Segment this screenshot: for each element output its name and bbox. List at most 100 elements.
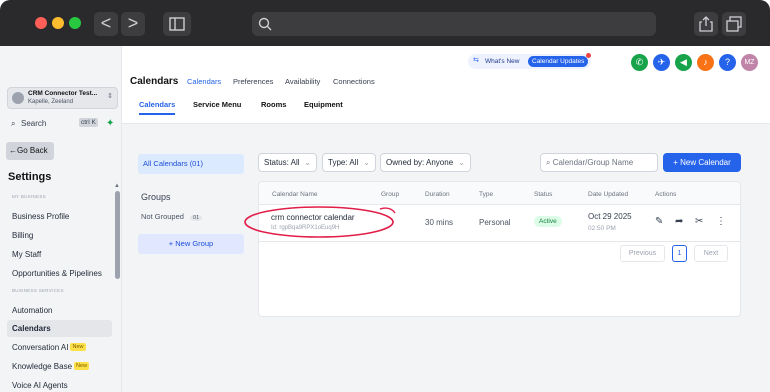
search-shortcut: ctrl K xyxy=(79,118,98,127)
back-button[interactable]: < xyxy=(94,12,118,36)
tab-connections[interactable]: Connections xyxy=(333,77,375,86)
calendar-date: Oct 29 2025 xyxy=(588,212,632,221)
location-icon xyxy=(12,92,24,104)
calendar-duration: 30 mins xyxy=(425,218,454,227)
settings-title: Settings xyxy=(8,171,52,183)
subtabs-bar: Calendars Service Menu Rooms Equipment xyxy=(122,86,770,124)
knowledge-base-label: Knowledge Base xyxy=(12,362,73,371)
sidebar-toggle-icon[interactable] xyxy=(163,12,191,36)
forward-button[interactable]: > xyxy=(121,12,145,36)
search-label: Search xyxy=(21,119,47,128)
top-header: Calendars Calendars Preferences Availabi… xyxy=(122,46,770,90)
not-grouped-count: 01 xyxy=(190,215,203,221)
chevron-down-icon: ⌄ xyxy=(363,158,370,167)
sidebar-search[interactable]: ⌕ Search ctrl K ✦ xyxy=(7,116,119,132)
share-icon[interactable] xyxy=(694,12,718,36)
calendars-table: Calendar Name Group Duration Type Status… xyxy=(258,181,741,317)
tab-availability[interactable]: Availability xyxy=(285,77,320,86)
address-bar[interactable] xyxy=(252,12,656,36)
sidebar-item-knowledge-base[interactable]: Knowledge Base New xyxy=(12,362,90,371)
browser-chrome: < > xyxy=(0,0,770,46)
go-back-label: Go Back xyxy=(17,146,48,155)
share-icon[interactable]: ➦ xyxy=(675,216,683,227)
sidebar-item-opportunities[interactable]: Opportunities & Pipelines xyxy=(12,269,102,278)
chevron-updown-icon: ⇕ xyxy=(107,93,113,100)
status-filter-label: Status: All xyxy=(264,158,300,167)
search-icon xyxy=(258,17,272,31)
type-filter-label: Type: All xyxy=(328,158,359,167)
subtab-rooms[interactable]: Rooms xyxy=(261,100,286,109)
subtab-calendars[interactable]: Calendars xyxy=(139,100,176,115)
settings-sidebar: CRM Connector Test... Kapelle, Zeeland ⇕… xyxy=(0,46,122,392)
bell-icon[interactable]: ♪ xyxy=(697,54,714,71)
calendar-time: 02:50 PM xyxy=(588,225,616,232)
tab-preferences[interactable]: Preferences xyxy=(233,77,273,86)
maximize-window-button[interactable] xyxy=(69,17,81,29)
chevron-down-icon: ⌄ xyxy=(304,158,311,167)
status-badge: Active xyxy=(534,216,562,227)
whats-new-button[interactable]: ⇆ What's New Calendar Updates xyxy=(468,53,591,69)
sparkle-icon[interactable]: ✦ xyxy=(106,118,114,129)
sidebar-item-calendars[interactable]: Calendars xyxy=(7,320,112,337)
subtab-service-menu[interactable]: Service Menu xyxy=(193,100,241,109)
not-grouped-label: Not Grouped xyxy=(141,212,184,221)
whats-new-label: What's New xyxy=(485,58,520,65)
new-calendar-button[interactable]: + New Calendar xyxy=(663,153,741,172)
main-content: Calendars Service Menu Rooms Equipment A… xyxy=(122,86,770,392)
close-window-button[interactable] xyxy=(35,17,47,29)
chevron-down-icon: ⌄ xyxy=(458,158,465,167)
more-options-icon[interactable]: ⋮ xyxy=(716,216,726,227)
notification-dot xyxy=(586,53,591,58)
scroll-up-icon[interactable]: ▲ xyxy=(114,183,120,189)
not-grouped-item[interactable]: Not Grouped 01 xyxy=(141,212,203,221)
tools-icon[interactable]: ✂ xyxy=(695,216,703,227)
search-placeholder: Calendar/Group Name xyxy=(552,158,634,167)
col-duration: Duration xyxy=(425,191,450,198)
col-group: Group xyxy=(381,191,400,198)
new-badge: New xyxy=(74,362,90,370)
col-actions: Actions xyxy=(655,191,677,198)
calendar-updates-badge: Calendar Updates xyxy=(528,56,589,67)
owned-by-filter[interactable]: Owned by: Anyone ⌄ xyxy=(380,153,471,172)
megaphone-icon: ⇆ xyxy=(473,57,479,64)
col-calendar-name: Calendar Name xyxy=(272,191,318,198)
edit-icon[interactable]: ✎ xyxy=(655,216,663,227)
section-my-business: MY BUSINESS xyxy=(12,194,46,199)
subtab-equipment[interactable]: Equipment xyxy=(304,100,343,109)
new-badge: New xyxy=(70,343,86,351)
tabs-overview-icon[interactable] xyxy=(722,12,746,36)
type-filter[interactable]: Type: All ⌄ xyxy=(322,153,376,172)
minimize-window-button[interactable] xyxy=(52,17,64,29)
all-calendars-item[interactable]: All Calendars (01) xyxy=(138,154,244,174)
status-filter[interactable]: Status: All ⌄ xyxy=(258,153,317,172)
avatar[interactable]: MZ xyxy=(741,54,758,71)
calendar-search-input[interactable]: ⌕ Calendar/Group Name xyxy=(540,153,658,172)
sidebar-item-voice-ai-agents[interactable]: Voice AI Agents xyxy=(12,381,68,390)
section-business-services: BUSINESS SERVICES xyxy=(12,288,64,293)
groups-title: Groups xyxy=(141,192,171,202)
app-page: CRM Connector Test... Kapelle, Zeeland ⇕… xyxy=(0,46,770,392)
go-back-button[interactable]: ←Go Back xyxy=(6,142,54,160)
search-icon: ⌕ xyxy=(546,158,553,167)
page-1-button[interactable]: 1 xyxy=(672,245,687,262)
location-sub: Kapelle, Zeeland xyxy=(28,99,74,105)
search-icon: ⌕ xyxy=(11,119,16,128)
sidebar-item-business-profile[interactable]: Business Profile xyxy=(12,212,69,221)
next-button[interactable]: Next xyxy=(694,245,728,262)
sidebar-item-my-staff[interactable]: My Staff xyxy=(12,250,41,259)
sidebar-scrollbar[interactable] xyxy=(115,191,120,279)
location-name: CRM Connector Test... xyxy=(28,90,98,97)
new-group-button[interactable]: + New Group xyxy=(138,234,244,254)
owned-by-label: Owned by: Anyone xyxy=(386,158,454,167)
sidebar-item-conversation-ai[interactable]: Conversation AI New xyxy=(12,343,86,352)
phone-icon[interactable]: ✆ xyxy=(631,54,648,71)
sidebar-item-billing[interactable]: Billing xyxy=(12,231,33,240)
location-switcher[interactable]: CRM Connector Test... Kapelle, Zeeland ⇕ xyxy=(7,87,118,109)
rocket-icon[interactable]: ✈ xyxy=(653,54,670,71)
megaphone-icon[interactable]: ◀ xyxy=(675,54,692,71)
previous-button[interactable]: Previous xyxy=(620,245,665,262)
arrow-left-icon: ← xyxy=(9,146,17,155)
help-icon[interactable]: ? xyxy=(719,54,736,71)
sidebar-item-automation[interactable]: Automation xyxy=(12,306,52,315)
calendar-type: Personal xyxy=(479,218,511,227)
